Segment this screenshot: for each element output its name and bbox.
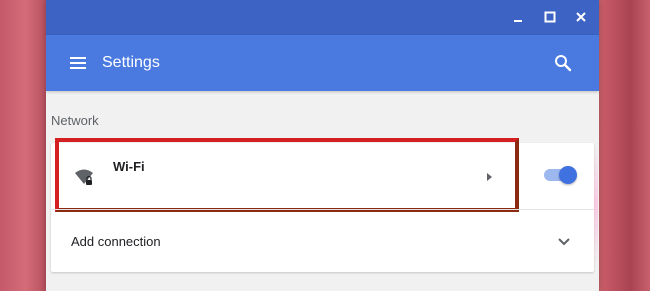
page-title: Settings — [102, 54, 160, 71]
network-section-label: Network — [51, 113, 99, 128]
search-icon[interactable] — [553, 53, 573, 73]
wifi-highlight-box — [55, 138, 519, 212]
minimize-icon[interactable] — [509, 8, 527, 26]
settings-window: Settings Network Wi-Fi Add connection — [46, 0, 599, 291]
window-titlebar — [46, 0, 599, 35]
add-connection-row[interactable]: Add connection — [51, 210, 594, 272]
maximize-icon[interactable] — [541, 8, 559, 26]
chevron-down-icon[interactable] — [557, 235, 571, 247]
wifi-toggle-thumb — [559, 166, 577, 184]
settings-app-bar: Settings — [46, 35, 599, 91]
wifi-row[interactable]: Wi-Fi — [51, 138, 594, 212]
wifi-toggle[interactable] — [542, 165, 578, 185]
close-icon[interactable] — [572, 8, 590, 26]
hamburger-menu-icon[interactable] — [68, 53, 88, 73]
highlight-edge — [594, 145, 598, 265]
add-connection-label: Add connection — [71, 234, 161, 249]
network-card: Wi-Fi Add connection — [51, 138, 594, 272]
